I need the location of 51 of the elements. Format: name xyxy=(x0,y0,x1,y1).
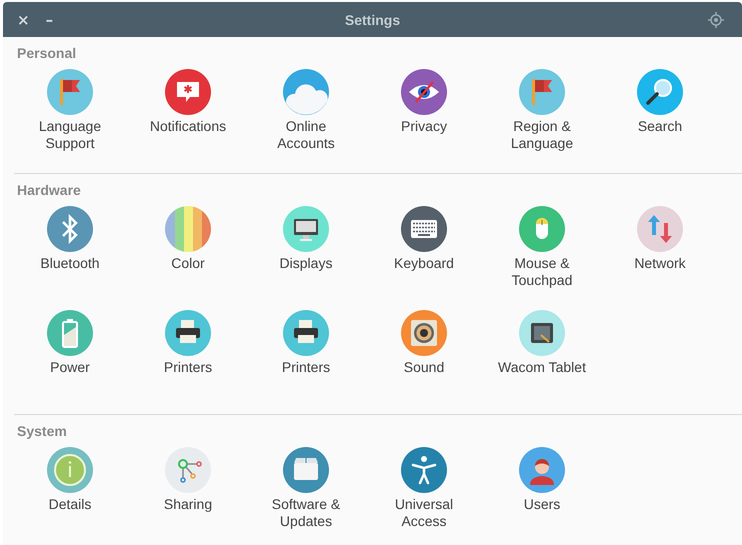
accessibility-icon xyxy=(401,447,447,493)
settings-item[interactable]: Mouse & Touchpad xyxy=(483,206,601,310)
monitor-icon xyxy=(283,206,329,252)
user-icon xyxy=(519,447,565,493)
settings-item[interactable]: Wacom Tablet xyxy=(483,310,601,414)
settings-item[interactable]: Keyboard xyxy=(365,206,483,310)
keyboard-icon xyxy=(401,206,447,252)
flag-icon xyxy=(519,69,565,115)
section-header: Personal xyxy=(17,45,76,61)
settings-item[interactable]: Printers xyxy=(247,310,365,414)
settings-item[interactable]: Displays xyxy=(247,206,365,310)
printer-icon xyxy=(283,310,329,356)
color-stripes-icon xyxy=(165,206,211,252)
settings-item[interactable]: Notifications xyxy=(129,69,247,173)
settings-item[interactable]: Network xyxy=(601,206,719,310)
settings-item[interactable]: Sound xyxy=(365,310,483,414)
settings-item[interactable]: Privacy xyxy=(365,69,483,173)
bluetooth-icon xyxy=(47,206,93,252)
settings-item[interactable]: Power xyxy=(11,310,129,414)
printer-icon xyxy=(165,310,211,356)
settings-item[interactable]: Online Accounts xyxy=(247,69,365,173)
mouse-icon xyxy=(519,206,565,252)
settings-item[interactable]: Color xyxy=(129,206,247,310)
close-button[interactable]: × xyxy=(11,10,36,28)
flag-icon xyxy=(47,69,93,115)
chat-bubble-icon xyxy=(165,69,211,115)
settings-item[interactable]: Universal Access xyxy=(365,447,483,545)
crosshair-icon[interactable] xyxy=(708,12,724,28)
box-icon xyxy=(283,447,329,493)
settings-item[interactable]: Software & Updates xyxy=(247,447,365,545)
tablet-icon xyxy=(519,310,565,356)
settings-item[interactable]: Bluetooth xyxy=(11,206,129,310)
settings-item[interactable]: Search xyxy=(601,69,719,173)
search-icon xyxy=(637,69,683,115)
settings-item[interactable]: Region & Language xyxy=(483,69,601,173)
settings-item[interactable]: Printers xyxy=(129,310,247,414)
minimize-button[interactable]: – xyxy=(40,10,60,28)
window-title: Settings xyxy=(344,12,402,28)
info-icon xyxy=(47,447,93,493)
eye-icon xyxy=(401,69,447,115)
settings-item[interactable]: Language Support xyxy=(11,69,129,173)
speaker-icon xyxy=(401,310,447,356)
settings-item[interactable]: Sharing xyxy=(129,447,247,545)
battery-icon xyxy=(47,310,93,356)
section-header: System xyxy=(17,423,67,439)
arrows-icon xyxy=(637,206,683,252)
settings-item[interactable]: Users xyxy=(483,447,601,545)
cloud-icon xyxy=(283,69,329,115)
nodes-icon xyxy=(165,447,211,493)
section-header: Hardware xyxy=(17,182,81,198)
settings-item[interactable]: Details xyxy=(11,447,129,545)
